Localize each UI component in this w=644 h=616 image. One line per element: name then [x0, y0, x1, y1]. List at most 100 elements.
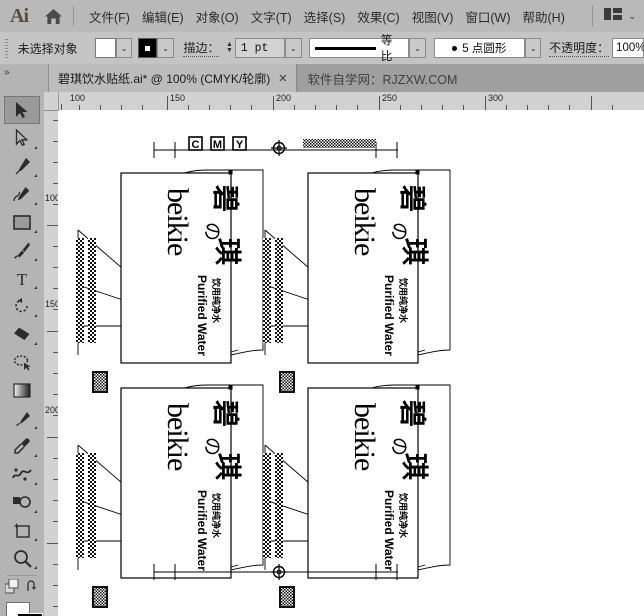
stroke-dropdown-button[interactable]: ⌄ [157, 38, 174, 58]
product-name-en: Purified Water [382, 490, 396, 571]
hruler-label-200: 200 [276, 93, 292, 103]
flyout-indicator-icon [34, 566, 37, 569]
menu-help[interactable]: 帮助(H) [517, 4, 571, 29]
menu-item-list: 文件(F) 编辑(E) 对象(O) 文字(T) 选择(S) 效果(C) 视图(V… [83, 4, 571, 29]
product-name-en: Purified Water [382, 275, 396, 356]
flyout-indicator-icon [34, 174, 37, 177]
flyout-indicator-icon [34, 482, 37, 485]
app-logo: Ai [10, 4, 29, 27]
brush-definition-select[interactable]: 5 点圆形 [433, 38, 526, 58]
menu-object[interactable]: 对象(O) [190, 4, 245, 29]
brand-char-qi: 琪 [399, 238, 429, 265]
brand-char-qi: 琪 [212, 453, 242, 480]
tool-paintbrush[interactable] [4, 236, 40, 264]
menu-file[interactable]: 文件(F) [83, 4, 136, 29]
fill-dropdown-button[interactable]: ⌄ [116, 38, 133, 58]
vertical-ruler[interactable]: 100 150 200 [44, 110, 59, 616]
product-name-en: Purified Water [195, 490, 209, 571]
control-bar: 未选择对象 ⌄ ⌄ 描边： ▲ ▼ 1 pt ⌄ 等比 ⌄ 5 点圆形 ⌄ 不透明… [0, 32, 644, 65]
stroke-weight-input[interactable]: 1 pt [234, 38, 286, 58]
document-canvas[interactable]: C M Y 碧 の 琪 beikie Purified Water 饮用纯净水 … [58, 110, 644, 616]
barcode-mark-icon [92, 586, 108, 608]
brand-latin: beikie [161, 188, 194, 256]
control-bar-grip[interactable] [2, 37, 12, 59]
product-name-en: Purified Water [195, 275, 209, 356]
brush-label: 5 点圆形 [462, 43, 507, 55]
tool-rotate[interactable] [4, 292, 40, 320]
tool-artboard[interactable] [4, 516, 40, 544]
flyout-indicator-icon [34, 230, 37, 233]
collapse-panel-icon: » [4, 67, 10, 78]
vruler-label-150: 150 [45, 299, 59, 309]
barcode-mark-icon [92, 371, 108, 393]
menu-edit[interactable]: 编辑(E) [136, 4, 190, 29]
document-tab[interactable]: 碧琪饮水贴纸.ai* @ 100% (CMYK/轮廓) ✕ [49, 64, 298, 92]
stroke-profile-label: 等比 [380, 35, 393, 63]
tool-eraser[interactable] [4, 320, 40, 348]
stroke-weight-stepper[interactable]: ▲ ▼ [224, 38, 235, 58]
flyout-indicator-icon [34, 426, 37, 429]
product-name-cn: 饮用纯净水 [398, 277, 409, 324]
horizontal-ruler[interactable]: 100 150 200 250 300 [44, 92, 644, 111]
hruler-label-250: 250 [382, 93, 398, 103]
menu-effect[interactable]: 效果(C) [351, 4, 405, 29]
tool-rectangle[interactable] [4, 208, 40, 236]
fill-color-swatch[interactable] [94, 38, 117, 58]
tool-symbol-sprayer[interactable] [4, 460, 40, 488]
flyout-indicator-icon [34, 146, 37, 149]
flyout-indicator-icon [34, 454, 37, 457]
stroke-profile-dropdown-button[interactable]: ⌄ [409, 38, 426, 58]
label-unit-3[interactable]: 碧 の 琪 beikie Purified Water 饮用纯净水 [76, 384, 264, 608]
brand-latin: beikie [161, 403, 194, 471]
texture-strip [76, 238, 84, 343]
label-unit-2[interactable]: 碧 の 琪 beikie Purified Water 饮用纯净水 [263, 169, 451, 393]
menu-select[interactable]: 选择(S) [298, 4, 352, 29]
product-name-cn: 饮用纯净水 [398, 492, 409, 539]
tool-blend[interactable] [4, 404, 40, 432]
stroke-color-swatch[interactable] [138, 38, 158, 58]
brand-char-bi: 碧 [397, 399, 427, 427]
tool-pen[interactable] [4, 152, 40, 180]
default-fill-stroke-icon[interactable] [4, 578, 20, 599]
swap-fill-stroke-icon[interactable] [26, 580, 39, 598]
tool-lasso[interactable] [4, 348, 40, 376]
chevron-down-icon: ⌄ [628, 10, 636, 21]
home-icon[interactable] [38, 0, 68, 32]
tool-curvature[interactable] [4, 180, 40, 208]
toolbar-divider [7, 575, 37, 576]
tool-gradient[interactable] [4, 376, 40, 404]
opacity-input[interactable]: 100% [612, 38, 644, 58]
barcode-mark-icon [279, 371, 295, 393]
texture-strip [76, 453, 84, 558]
menu-bar: Ai 文件(F) 编辑(E) 对象(O) 文字(T) 选择(S) 效果(C) 视… [0, 0, 644, 33]
menu-divider [73, 6, 74, 26]
hruler-label-150: 150 [170, 93, 186, 103]
plate-mark-c: C [188, 136, 203, 151]
tool-eyedropper[interactable] [4, 432, 40, 460]
illustrator-window: Ai 文件(F) 编辑(E) 对象(O) 文字(T) 选择(S) 效果(C) 视… [0, 0, 644, 616]
svg-text:Y: Y [236, 139, 244, 151]
toolbar-collapse-button[interactable]: » [0, 64, 49, 92]
plate-mark-m: M [210, 136, 225, 151]
svg-text:T: T [17, 270, 28, 287]
tool-zoom[interactable] [4, 544, 40, 572]
flyout-indicator-icon [34, 510, 37, 513]
stroke-weight-dropdown-button[interactable]: ⌄ [285, 38, 302, 58]
brush-dropdown-button[interactable]: ⌄ [525, 38, 542, 58]
close-icon[interactable]: ✕ [278, 72, 287, 85]
workspace-switcher[interactable]: ⌄ [587, 6, 644, 26]
product-name-cn: 饮用纯净水 [211, 492, 222, 539]
tool-type[interactable]: T [4, 264, 40, 292]
artboard-artwork[interactable]: C M Y 碧 の 琪 beikie Purified Water 饮用纯净水 … [58, 110, 644, 616]
tool-shape-builder[interactable] [4, 488, 40, 516]
tool-direct-selection[interactable] [4, 124, 40, 152]
label-unit-4[interactable]: 碧 の 琪 beikie Purified Water 饮用纯净水 [263, 384, 451, 608]
tool-selection[interactable] [4, 96, 40, 124]
menu-view[interactable]: 视图(V) [406, 4, 460, 29]
label-unit-1[interactable]: 碧 の 琪 beikie Purified Water 饮用纯净水 [76, 169, 264, 393]
menu-window[interactable]: 窗口(W) [459, 4, 516, 29]
svg-text:C: C [192, 139, 200, 151]
stroke-profile-select[interactable]: 等比 [309, 35, 410, 63]
plate-mark-y: Y [232, 136, 247, 151]
menu-type[interactable]: 文字(T) [245, 4, 298, 29]
